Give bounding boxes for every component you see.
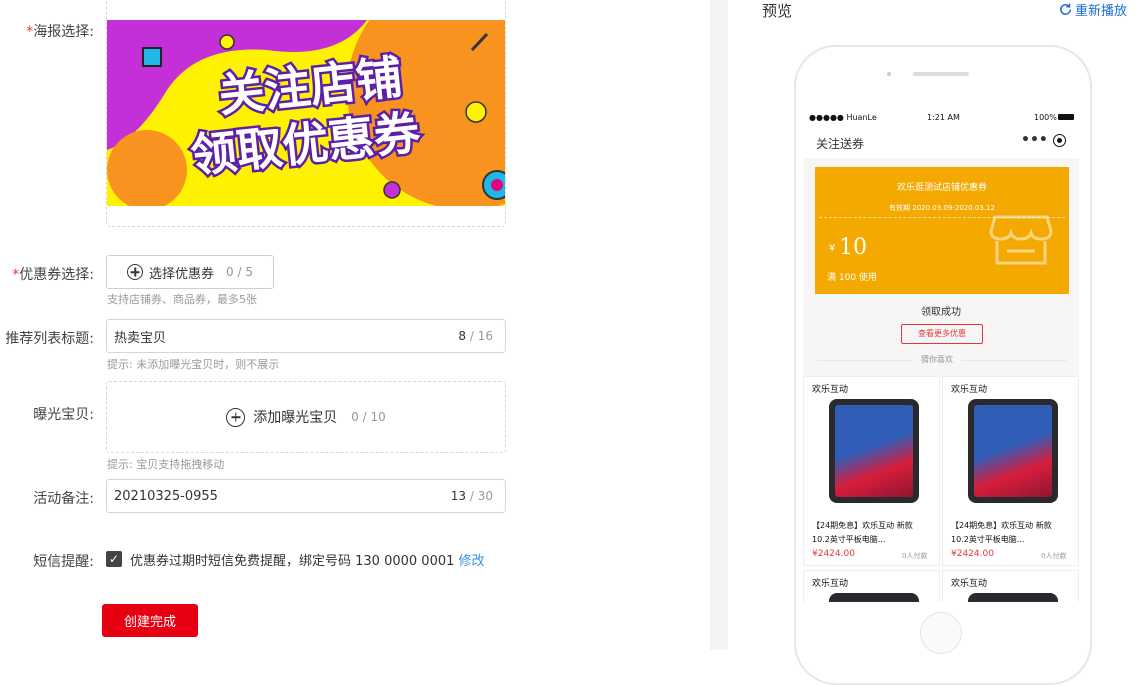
coupon-label: *优惠券选择: — [12, 267, 94, 283]
goods-card[interactable]: 欢乐互动 【24期免息】欢乐互动 新款 10.2英寸平板电脑... ¥2424.… — [942, 376, 1079, 566]
goods-title: 【24期免息】欢乐互动 新款 — [951, 521, 1052, 530]
tablet-image — [968, 593, 1058, 602]
goods-brand: 欢乐互动 — [812, 385, 849, 395]
phone-speaker — [913, 72, 969, 76]
plus-circle-icon — [127, 264, 144, 280]
poster-image[interactable]: 关注店铺 领取优惠券 — [107, 20, 505, 206]
status-carrier: ●●●●● HuanLe — [809, 113, 877, 122]
goods-card[interactable]: 欢乐互动 【24期免息】欢乐互动 新款 10.2英寸平板电脑... ¥2424.… — [803, 376, 940, 566]
sms-text: 优惠券过期时短信免费提醒，绑定号码 130 0000 0001 修改 — [130, 554, 485, 569]
coupon-area: 欢乐逛测试店铺优惠券 有效期 2020.03.09-2020.03.12 ¥ 1… — [803, 158, 1079, 376]
recommend-title-count: 8 / 16 — [458, 329, 493, 343]
replay-button[interactable]: 重新播放 — [1058, 0, 1127, 19]
sms-checkbox[interactable]: ✓ — [106, 551, 122, 567]
goods-brand: 欢乐互动 — [951, 385, 988, 395]
select-coupon-button[interactable]: 选择优惠券 0 / 5 — [106, 255, 274, 289]
refresh-icon — [1060, 3, 1071, 15]
coupon-condition: 满 100 使用 — [827, 273, 877, 283]
close-target-dot — [1057, 138, 1062, 143]
coupon-card: 欢乐逛测试店铺优惠券 有效期 2020.03.09-2020.03.12 ¥ 1… — [815, 167, 1069, 294]
received-text: 领取成功 — [921, 307, 961, 318]
coupon-shop: 欢乐逛测试店铺优惠券 — [896, 183, 987, 193]
more-icon[interactable]: ••• — [1021, 132, 1048, 148]
tablet-image — [829, 399, 919, 503]
goods-title: 【24期免息】欢乐互动 新款 — [812, 521, 913, 530]
recommend-title-label: 推荐列表标题: — [5, 331, 94, 347]
phone-camera — [887, 72, 891, 76]
mini-program-nav: 关注送券 ••• — [803, 130, 1079, 156]
add-expose-goods-button[interactable]: 添加曝光宝贝 0 / 10 — [106, 381, 506, 453]
sms-label: 短信提醒: — [33, 554, 94, 570]
plus-circle-icon — [226, 407, 246, 427]
goods-card[interactable]: 欢乐互动 — [942, 570, 1079, 602]
status-time: 1:21 AM — [927, 113, 960, 122]
coupon-validity: 有效期 2020.03.09-2020.03.12 — [889, 204, 995, 212]
create-complete-button[interactable]: 创建完成 — [102, 604, 198, 637]
view-more-button[interactable]: 查看更多优惠 — [901, 324, 983, 344]
tablet-image — [829, 593, 919, 602]
goods-price: ¥2424.00 — [951, 549, 994, 559]
modify-phone-link[interactable]: 修改 — [459, 554, 485, 569]
battery-icon — [1058, 114, 1074, 120]
status-battery: 100% — [1034, 113, 1057, 122]
phone-home-button — [920, 612, 962, 654]
coupon-currency: ¥ — [829, 243, 836, 254]
goods-sold: 0人付款 — [902, 552, 928, 560]
goods-brand: 欢乐互动 — [812, 579, 849, 589]
goods-price: ¥2424.00 — [812, 549, 855, 559]
expose-count: 0 / 10 — [351, 410, 386, 424]
goods-brand: 欢乐互动 — [951, 579, 988, 589]
goods-title-2: 10.2英寸平板电脑... — [951, 535, 1025, 544]
note-label: 活动备注: — [33, 491, 94, 507]
recommend-title-input[interactable]: 热卖宝贝 8 / 16 — [106, 319, 506, 353]
guess-you-like: 猜你喜欢 — [913, 354, 961, 365]
coupon-amount: 10 — [839, 235, 867, 260]
store-icon — [989, 215, 1053, 265]
note-input[interactable]: 20210325-0955 13 / 30 — [106, 479, 506, 513]
status-bar: ●●●●● HuanLe 1:21 AM 100% — [803, 108, 1079, 126]
expose-hint: 提示: 宝贝支持拖拽移动 — [107, 458, 225, 471]
poster-art: 关注店铺 领取优惠券 — [107, 20, 505, 206]
tablet-image — [968, 399, 1058, 503]
note-count: 13 / 30 — [450, 489, 493, 503]
coupon-hint: 支持店铺券、商品券，最多5张 — [107, 293, 257, 306]
goods-sold: 0人付款 — [1041, 552, 1067, 560]
goods-card[interactable]: 欢乐互动 — [803, 570, 940, 602]
select-coupon-label: 选择优惠券 — [149, 266, 215, 282]
expose-goods-label: 曝光宝贝: — [33, 407, 94, 423]
phone-screen: ●●●●● HuanLe 1:21 AM 100% 关注送券 ••• 欢乐逛测试… — [803, 108, 1079, 602]
create-activity-form: *海报选择: 关注店铺 领取优惠券 *优惠券选择: 选择优惠券 0 / 5 支持… — [0, 0, 710, 650]
goods-title-2: 10.2英寸平板电脑... — [812, 535, 886, 544]
nav-title: 关注送券 — [816, 137, 865, 151]
recommend-hint: 提示: 未添加曝光宝贝时，则不展示 — [107, 358, 280, 371]
coupon-count: 0 / 5 — [226, 265, 253, 279]
preview-title: 预览 — [762, 2, 793, 20]
poster-label: *海报选择: — [26, 24, 94, 40]
